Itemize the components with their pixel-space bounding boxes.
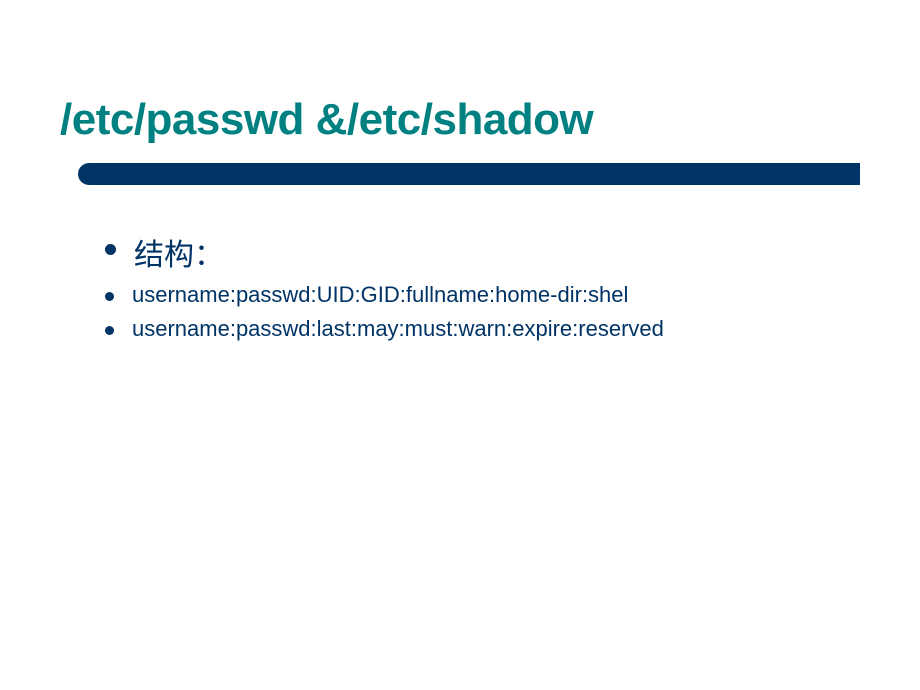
divider-bar — [78, 163, 860, 185]
slide-title: /etc/passwd &/etc/shadow — [60, 95, 860, 145]
list-item: username:passwd:UID:GID:fullname:home-di… — [105, 282, 860, 308]
bullet-icon — [105, 292, 114, 301]
list-item-text: 结构： — [134, 230, 224, 274]
content-area: 结构： username:passwd:UID:GID:fullname:hom… — [0, 185, 920, 342]
bullet-icon — [105, 244, 116, 255]
slide-container: /etc/passwd &/etc/shadow 结构： username:pa… — [0, 0, 920, 690]
list-item: username:passwd:last:may:must:warn:expir… — [105, 316, 860, 342]
list-item-text: username:passwd:last:may:must:warn:expir… — [132, 316, 664, 342]
list-item-text: username:passwd:UID:GID:fullname:home-di… — [132, 282, 628, 308]
title-divider — [60, 163, 860, 185]
bullet-icon — [105, 326, 114, 335]
title-area: /etc/passwd &/etc/shadow — [0, 0, 920, 185]
list-item: 结构： — [105, 230, 860, 274]
